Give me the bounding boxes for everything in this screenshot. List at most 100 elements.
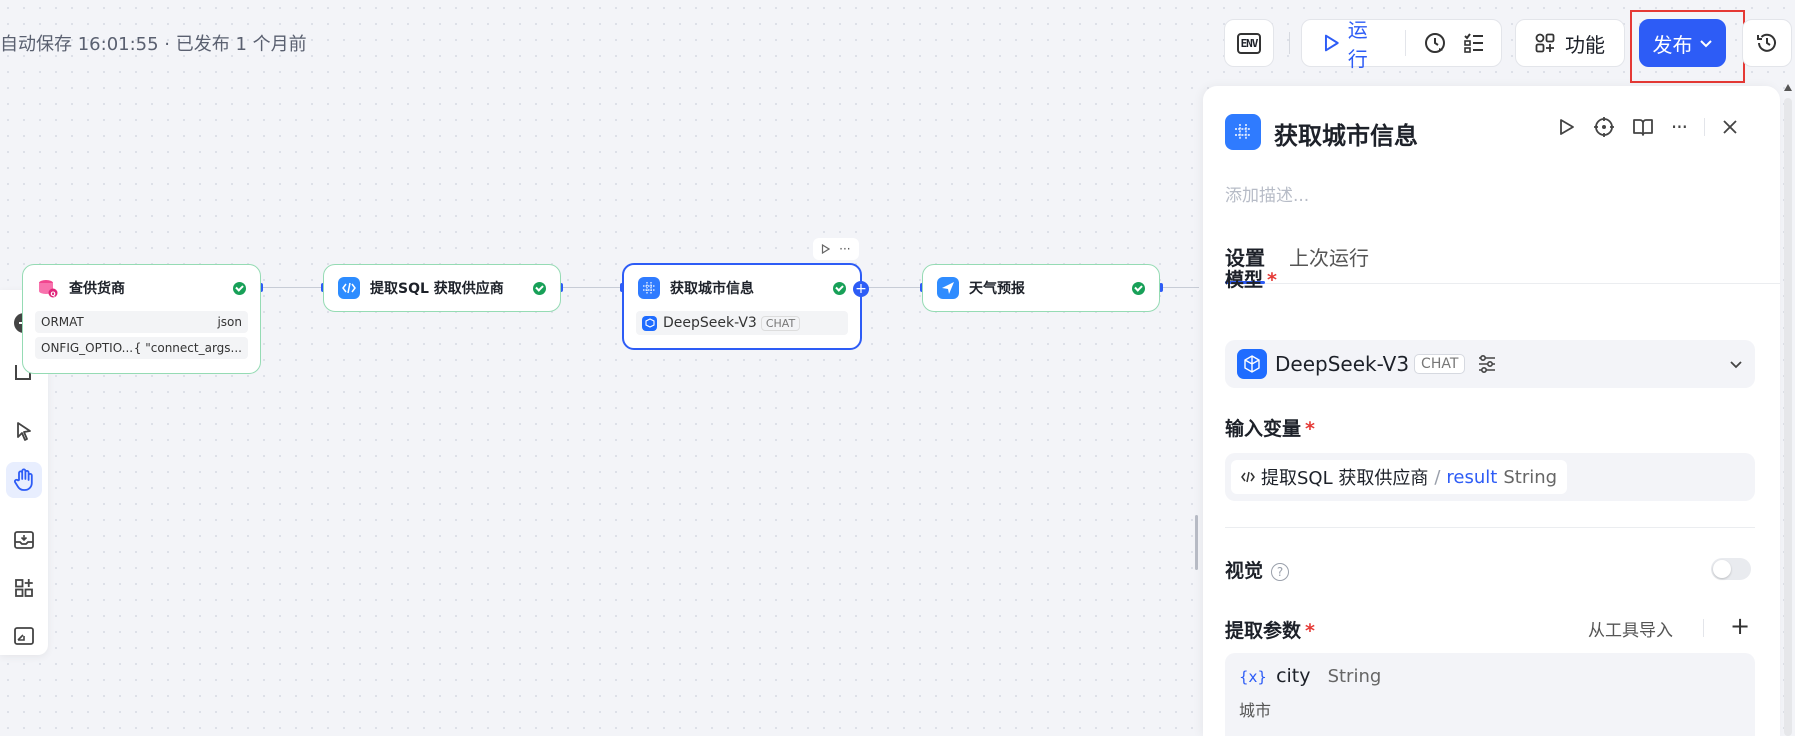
more-icon[interactable]: ··· xyxy=(839,243,850,255)
panel-resize-handle[interactable] xyxy=(1195,515,1198,570)
import-from-tool-link[interactable]: 从工具导入 xyxy=(1588,616,1673,641)
model-selector[interactable]: DeepSeek-V3 CHAT xyxy=(1225,340,1755,388)
env-button[interactable]: ENV xyxy=(1224,19,1274,67)
settings-sliders-icon[interactable] xyxy=(1477,354,1497,374)
variable-icon: {x} xyxy=(1239,668,1267,686)
features-icon xyxy=(1535,33,1555,53)
locate-icon[interactable] xyxy=(1593,116,1615,138)
history-icon xyxy=(1757,33,1776,52)
model-icon xyxy=(642,315,657,331)
extract-params-label: 提取参数 * xyxy=(1225,620,1315,642)
panel-scrollbar[interactable] xyxy=(1784,84,1792,736)
play-icon[interactable] xyxy=(1556,117,1576,137)
image-export-icon xyxy=(14,531,34,549)
param-item[interactable]: {x} city String 城市 xyxy=(1225,653,1755,736)
close-icon[interactable] xyxy=(1722,119,1738,135)
features-label: 功能 xyxy=(1565,32,1605,57)
book-icon[interactable] xyxy=(1632,117,1654,137)
success-icon xyxy=(1132,281,1145,295)
edge-4-out xyxy=(1159,287,1199,288)
node-extract-sql[interactable]: 提取SQL 获取供应商 xyxy=(323,264,561,312)
extractor-icon xyxy=(1225,114,1261,150)
node-config-panel: 获取城市信息 ··· 添加描述... 设置 上次运行 模型 * DeepSeek-… xyxy=(1203,86,1780,736)
node-get-city-info[interactable]: 获取城市信息 DeepSeek-V3 CHAT xyxy=(622,263,862,350)
success-icon xyxy=(833,281,846,295)
param-type: String xyxy=(1327,666,1382,687)
param-description: 城市 xyxy=(1239,701,1272,720)
features-button[interactable]: 功能 xyxy=(1515,19,1625,67)
node-hover-actions: ··· xyxy=(813,238,859,260)
play-icon xyxy=(1324,34,1339,52)
variable-chip[interactable]: 提取SQL 获取供应商 / result String xyxy=(1231,460,1568,494)
save-status: 自动保存 16:01:55 · 已发布 1 个月前 xyxy=(0,34,307,55)
variable-name: result xyxy=(1446,466,1498,488)
minimap-icon xyxy=(14,627,34,645)
organize-button[interactable] xyxy=(6,570,42,606)
section-divider xyxy=(1225,527,1755,528)
extractor-icon xyxy=(638,277,660,299)
help-icon[interactable]: ? xyxy=(1271,562,1290,581)
code-icon xyxy=(1241,471,1255,483)
success-icon xyxy=(233,281,246,295)
variable-source: 提取SQL 获取供应商 xyxy=(1261,468,1429,489)
node-title: 天气预报 xyxy=(969,281,1025,297)
highlight-box xyxy=(1630,10,1745,83)
pointer-icon xyxy=(17,422,31,441)
model-tag: CHAT xyxy=(1414,354,1466,374)
tab-last-run[interactable]: 上次运行 xyxy=(1289,236,1369,283)
code-icon xyxy=(338,277,360,299)
node-model-tag: CHAT xyxy=(760,315,801,331)
node-query-supplier[interactable]: Q 查供货商 ORMAT json ONFIG_OPTIO... { "conn… xyxy=(22,264,261,374)
success-icon xyxy=(533,281,546,295)
param-value: json xyxy=(217,315,242,329)
node-title: 提取SQL 获取供应商 xyxy=(370,281,504,297)
hand-icon xyxy=(14,468,33,491)
minimap-button[interactable] xyxy=(6,618,42,654)
variable-separator: / xyxy=(1434,466,1441,488)
run-label: 运行 xyxy=(1347,18,1368,71)
run-group: 运行 xyxy=(1301,18,1502,71)
description-input[interactable]: 添加描述... xyxy=(1225,181,1309,206)
chevron-down-icon xyxy=(1730,361,1742,369)
node-param-row: ORMAT json xyxy=(35,311,248,333)
param-key: ORMAT xyxy=(41,315,84,329)
add-next-node-icon[interactable]: + xyxy=(853,281,869,297)
node-param-row: ONFIG_OPTIO... { "connect_args... xyxy=(35,337,248,359)
node-title: 查供货商 xyxy=(69,281,125,297)
node-weather[interactable]: 天气预报 xyxy=(922,264,1160,312)
pointer-tool[interactable] xyxy=(6,413,42,449)
vision-toggle[interactable] xyxy=(1711,558,1751,580)
run-button[interactable]: 运行 xyxy=(1324,14,1387,72)
param-name: city xyxy=(1276,665,1311,687)
checklist-icon[interactable] xyxy=(1461,30,1487,56)
weather-tool-icon xyxy=(937,277,959,299)
input-variables-label: 输入变量 * xyxy=(1225,418,1315,440)
panel-tabs: 设置 上次运行 xyxy=(1225,236,1780,284)
edge-1-2 xyxy=(259,287,323,288)
svg-text:Q: Q xyxy=(50,291,55,298)
variable-type: String xyxy=(1503,466,1558,488)
history-button[interactable] xyxy=(1742,19,1792,67)
model-name: DeepSeek-V3 xyxy=(1275,352,1410,376)
hand-tool[interactable] xyxy=(6,462,42,498)
export-image-button[interactable] xyxy=(6,522,42,558)
vision-label: 视觉? xyxy=(1225,556,1290,583)
panel-actions: ··· xyxy=(1556,116,1738,138)
edge-3-4 xyxy=(861,287,923,288)
input-variable-field[interactable]: 提取SQL 获取供应商 / result String xyxy=(1225,453,1755,501)
panel-title: 获取城市信息 xyxy=(1274,122,1418,150)
node-model-name: DeepSeek-V3 xyxy=(663,315,757,331)
database-icon: Q xyxy=(37,277,59,299)
params-divider xyxy=(1703,619,1704,637)
param-value: { "connect_args... xyxy=(133,341,242,355)
run-history-icon[interactable] xyxy=(1422,30,1448,56)
param-key: ONFIG_OPTIO... xyxy=(41,341,134,355)
group-divider xyxy=(1404,30,1406,56)
grid-add-icon xyxy=(15,579,33,597)
add-param-button[interactable]: + xyxy=(1730,612,1750,640)
actions-divider xyxy=(1704,118,1705,136)
edge-2-3 xyxy=(560,287,622,288)
play-icon[interactable] xyxy=(821,244,831,254)
more-icon[interactable]: ··· xyxy=(1671,117,1688,137)
deepseek-icon xyxy=(1237,349,1267,379)
